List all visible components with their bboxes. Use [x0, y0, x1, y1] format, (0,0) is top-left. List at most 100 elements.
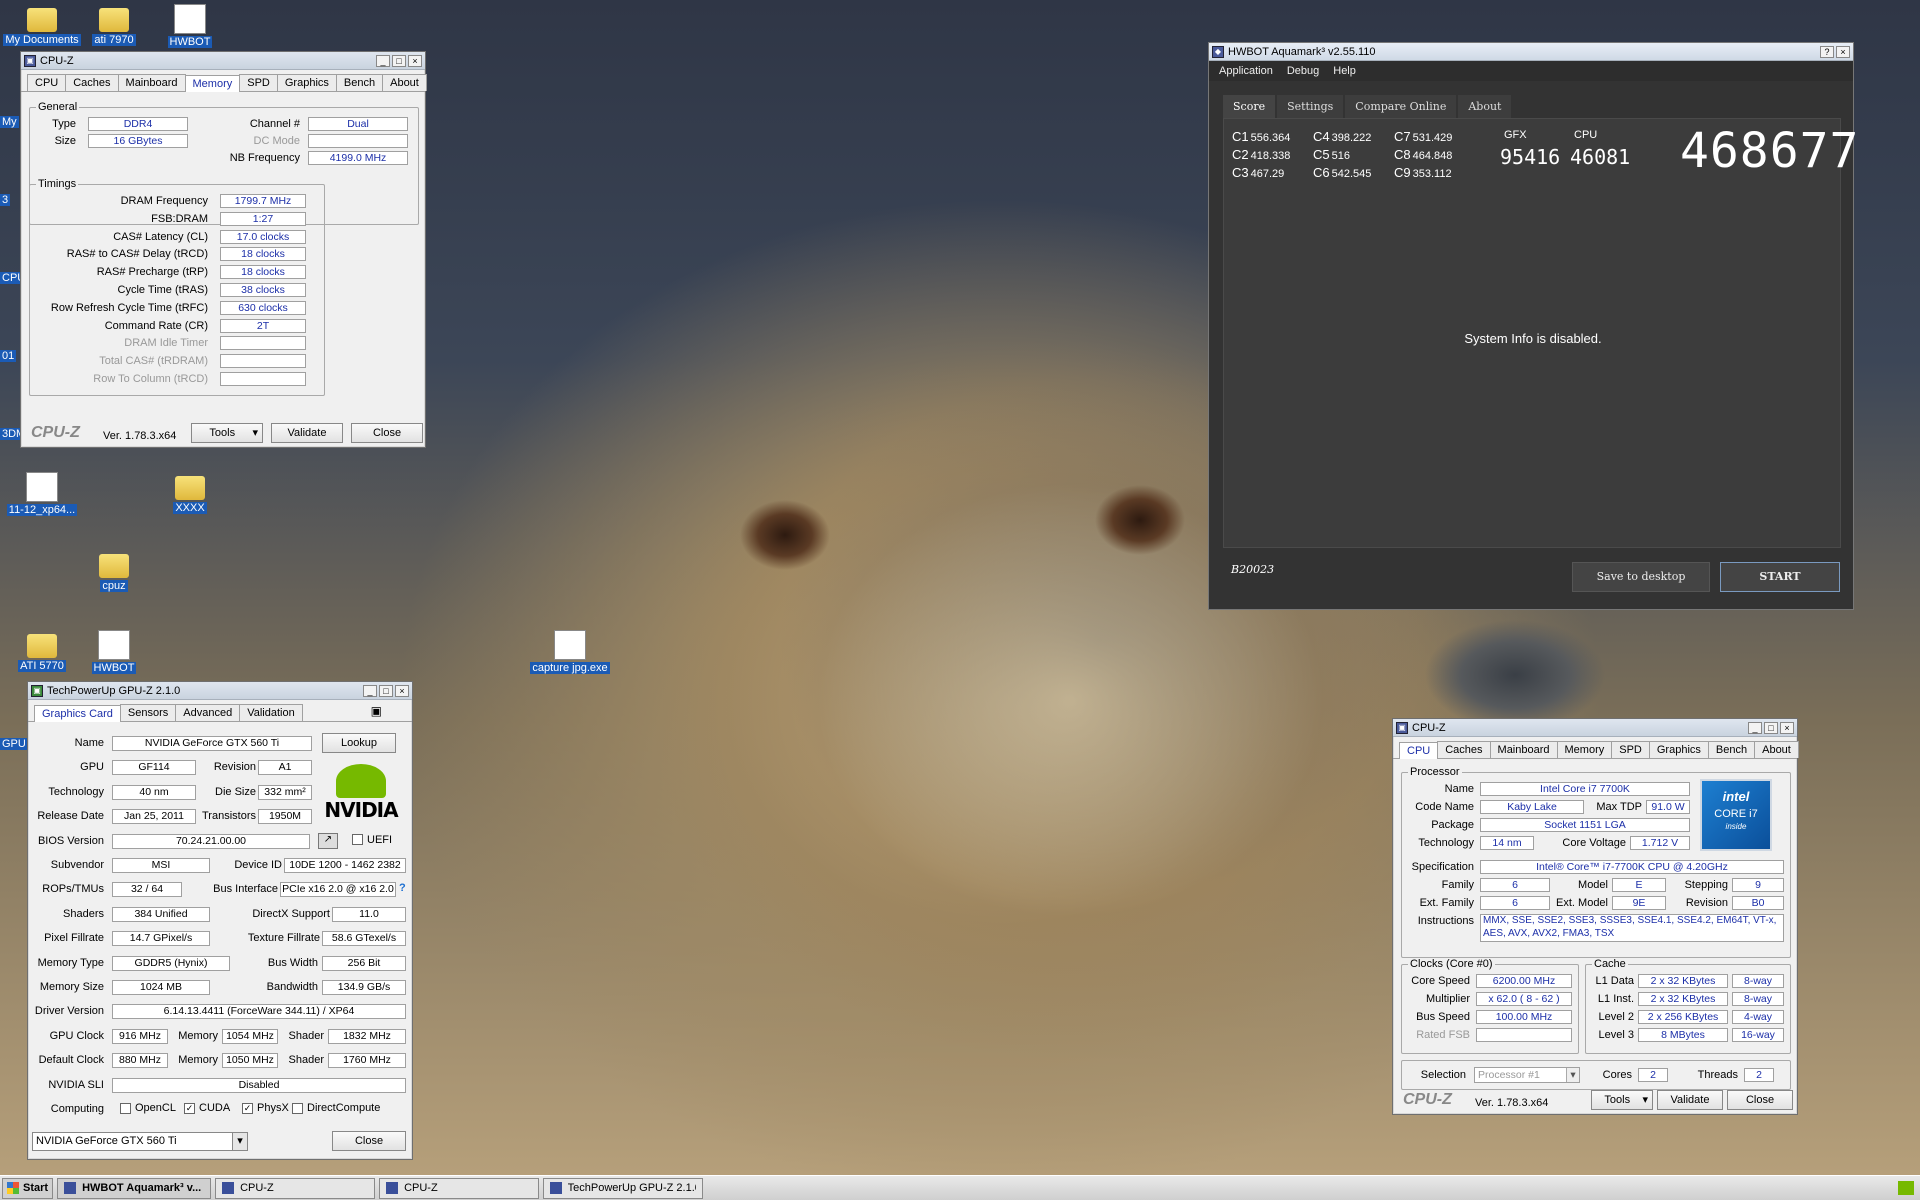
share-icon[interactable]: ↗ — [318, 832, 338, 849]
help-button[interactable]: ? — [1820, 45, 1834, 58]
extmodel-label: Ext. Model — [1556, 897, 1608, 909]
desktop-icon-label: ATI 5770 — [18, 660, 66, 672]
timing-value: 18 clocks — [220, 247, 306, 262]
maximize-button[interactable]: □ — [1764, 721, 1778, 734]
tools-button[interactable]: Tools ▾ — [191, 423, 263, 443]
compute-directcompute-checkbox[interactable]: DirectCompute — [292, 1102, 380, 1114]
validate-button[interactable]: Validate — [271, 423, 343, 443]
windows-flag-icon — [7, 1182, 19, 1194]
menu-application[interactable]: Application — [1219, 65, 1273, 77]
tab-mainboard[interactable]: Mainboard — [1489, 741, 1558, 758]
desktop-icon[interactable]: 11-12_xp64... — [2, 472, 82, 516]
tab-graphics[interactable]: Graphics — [276, 74, 337, 91]
close-window-button[interactable]: × — [395, 684, 409, 697]
taskbar-item[interactable]: HWBOT Aquamark³ v... — [57, 1177, 212, 1199]
aquamark-titlebar[interactable]: ◆ HWBOT Aquamark³ v2.55.110 ? × — [1209, 43, 1853, 61]
tab-sensors[interactable]: Sensors — [119, 704, 177, 721]
desktop-icon[interactable]: ati 7970 — [74, 4, 154, 46]
close-button[interactable]: Close — [1727, 1090, 1793, 1110]
camera-icon[interactable]: ▣ — [371, 704, 382, 718]
tab-memory[interactable]: Memory — [1556, 741, 1613, 758]
tools-button[interactable]: Tools ▾ — [1591, 1090, 1653, 1110]
start-button[interactable]: START — [1720, 562, 1840, 592]
close-window-button[interactable]: × — [1780, 721, 1794, 734]
l1-inst-label: L1 Inst. — [1597, 993, 1634, 1005]
desktop-icon-label-partial[interactable]: 3 — [0, 194, 11, 206]
menu-help[interactable]: Help — [1333, 65, 1356, 77]
desktop-icon-label-partial[interactable]: GPU — [0, 738, 28, 750]
compute-label: CUDA — [199, 1102, 231, 1114]
tab-mainboard[interactable]: Mainboard — [117, 74, 186, 91]
timing-value: 630 clocks — [220, 300, 306, 315]
bus-help-icon[interactable]: ? — [399, 882, 406, 894]
tab-graphics-card[interactable]: Graphics Card — [34, 705, 121, 722]
desktop-icon[interactable]: HWBOT — [74, 630, 154, 674]
tab-graphics[interactable]: Graphics — [1648, 741, 1709, 758]
tab-caches[interactable]: Caches — [1437, 741, 1491, 758]
processor-select-value: Processor #1 — [1478, 1069, 1540, 1081]
save-to-desktop-button[interactable]: Save to desktop — [1572, 562, 1710, 592]
tab-settings[interactable]: Settings — [1277, 95, 1344, 118]
close-button[interactable]: Close — [332, 1131, 406, 1151]
tab-cpu[interactable]: CPU — [1399, 742, 1439, 759]
minimize-button[interactable]: _ — [1748, 721, 1762, 734]
level-2-label: Level 2 — [1598, 1011, 1634, 1023]
minimize-button[interactable]: _ — [376, 54, 390, 67]
desktop-icon[interactable]: ATI 5770 — [2, 630, 82, 672]
desktop-icon-label-partial[interactable]: 01 — [0, 350, 17, 362]
tab-spd[interactable]: SPD — [239, 74, 278, 91]
gpuz-titlebar[interactable]: ▣ TechPowerUp GPU-Z 2.1.0 _ □ × — [28, 682, 412, 700]
tab-bench[interactable]: Bench — [1707, 741, 1756, 758]
gpuz-window[interactable]: ▣ TechPowerUp GPU-Z 2.1.0 _ □ × Graphics… — [27, 681, 413, 1160]
tab-about[interactable]: About — [1754, 741, 1799, 758]
close-button[interactable]: Close — [351, 423, 423, 443]
desktop-icon[interactable]: cpuz — [74, 550, 154, 592]
cpuz-cpu-window[interactable]: ▣ CPU-Z _ □ × CPU Caches Mainboard Memory SP… — [1392, 718, 1799, 1115]
tab-validation[interactable]: Validation — [239, 704, 303, 721]
compute-physx-checkbox[interactable]: ✓ PhysX — [242, 1102, 289, 1114]
processor-select[interactable]: Processor #1 ▾ — [1474, 1067, 1580, 1083]
tab-caches[interactable]: Caches — [65, 74, 119, 91]
aquamark-window[interactable]: ◆ HWBOT Aquamark³ v2.55.110 ? × Applicat… — [1208, 42, 1858, 610]
compute-opencl-checkbox[interactable]: OpenCL — [120, 1102, 176, 1114]
maximize-button[interactable]: □ — [392, 54, 406, 67]
default-memory-clock-value: 1050 MHz — [222, 1053, 278, 1069]
gpu-select-dropdown[interactable]: NVIDIA GeForce GTX 560 Ti ▾ — [32, 1132, 248, 1151]
tab-score[interactable]: Score — [1223, 95, 1276, 118]
tab-about[interactable]: About — [1458, 95, 1512, 118]
desktop-icon[interactable]: HWBOT — [150, 4, 230, 48]
family-value: 6 — [1480, 878, 1550, 892]
desktop-icon[interactable]: capture jpg.exe — [530, 630, 610, 674]
tab-advanced[interactable]: Advanced — [175, 704, 241, 721]
close-window-button[interactable]: × — [1836, 45, 1850, 58]
cpuz-cpu-titlebar[interactable]: ▣ CPU-Z _ □ × — [1393, 719, 1797, 737]
default-shader-clock-label: Shader — [288, 1054, 324, 1067]
taskbar-item[interactable]: TechPowerUp GPU-Z 2.1.0 — [543, 1177, 704, 1199]
maximize-button[interactable]: □ — [379, 684, 393, 697]
cpuz-memory-titlebar[interactable]: ▣ CPU-Z _ □ × — [21, 52, 425, 70]
cpuz-tabs: CPU Caches Mainboard Memory SPD Graphics Bench… — [21, 70, 427, 92]
compute-cuda-checkbox[interactable]: ✓ CUDA — [184, 1102, 230, 1114]
uefi-checkbox[interactable]: UEFI — [352, 834, 392, 846]
minimize-button[interactable]: _ — [363, 684, 377, 697]
desktop-icon[interactable]: My Documents — [2, 4, 82, 46]
taskbar-item[interactable]: CPU-Z — [215, 1177, 376, 1199]
validate-button[interactable]: Validate — [1657, 1090, 1723, 1110]
cpuz-memory-window[interactable]: ▣ CPU-Z _ □ × CPU Caches Mainboard Memory SP… — [20, 51, 427, 448]
timing-value — [220, 354, 306, 369]
desktop-icon-label-partial[interactable]: My — [0, 116, 19, 128]
taskbar-item[interactable]: CPU-Z — [379, 1177, 540, 1199]
start-button[interactable]: Start — [2, 1177, 54, 1199]
desktop-icon[interactable]: XXXX — [150, 472, 230, 514]
close-window-button[interactable]: × — [408, 54, 422, 67]
tab-spd[interactable]: SPD — [1611, 741, 1650, 758]
lookup-button[interactable]: Lookup — [322, 733, 396, 753]
tab-compare-online[interactable]: Compare Online — [1345, 95, 1457, 118]
tray-icon[interactable] — [1898, 1181, 1914, 1195]
tab-bench[interactable]: Bench — [335, 74, 384, 91]
tab-memory[interactable]: Memory — [184, 75, 241, 92]
tab-cpu[interactable]: CPU — [27, 74, 67, 91]
tab-about[interactable]: About — [382, 74, 427, 91]
directx-value: 11.0 — [332, 906, 406, 922]
menu-debug[interactable]: Debug — [1287, 65, 1319, 77]
